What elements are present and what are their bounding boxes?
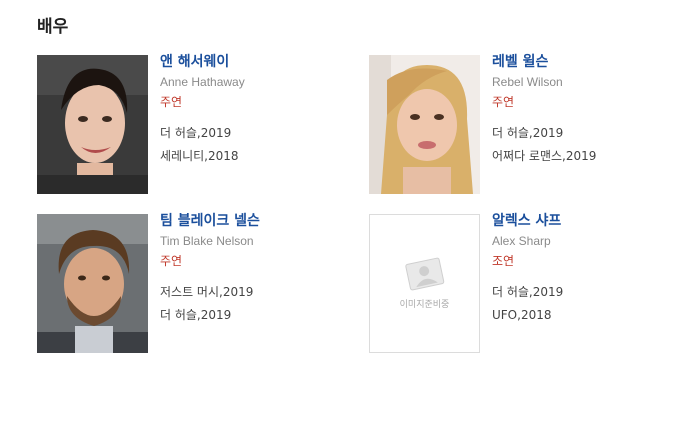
filmography-item[interactable]: 어쩌다 로맨스,2019 [492,145,682,168]
filmography-item[interactable]: 저스트 머시,2019 [160,281,350,304]
filmography-item[interactable]: 더 허슬,2019 [492,281,682,304]
actor-name-korean[interactable]: 앤 해서웨이 [160,52,350,72]
filmography-list: 저스트 머시,2019 더 허슬,2019 [160,281,350,327]
filmography-item[interactable]: 더 허슬,2019 [492,122,682,145]
actor-name-korean[interactable]: 팀 블레이크 넬슨 [160,211,350,231]
filmography-list: 더 허슬,2019 UFO,2018 [492,281,682,327]
actor-photo[interactable] [37,214,148,353]
section-title: 배우 [37,17,69,37]
filmography-item[interactable]: UFO,2018 [492,304,682,327]
actor-name-korean[interactable]: 알렉스 샤프 [492,211,682,231]
actor-name-english: Rebel Wilson [492,75,563,89]
actor-name-english: Anne Hathaway [160,75,245,89]
actor-info: 알렉스 샤프 Alex Sharp 조연 더 허슬,2019 UFO,2018 [492,211,682,327]
actor-role: 주연 [492,95,515,109]
cast-card-tim-blake-nelson: 팀 블레이크 넬슨 Tim Blake Nelson 주연 저스트 머시,201… [37,213,337,354]
actor-name-english: Alex Sharp [492,234,551,248]
filmography-list: 더 허슬,2019 어쩌다 로맨스,2019 [492,122,682,168]
cast-card-anne-hathaway: 앤 해서웨이 Anne Hathaway 주연 더 허슬,2019 세레니티,2… [37,54,337,195]
actor-name-korean[interactable]: 레벨 윌슨 [492,52,682,72]
cast-card-alex-sharp: 이미지준비중 알렉스 샤프 Alex Sharp 조연 더 허슬,2019 UF… [369,213,669,354]
actor-role: 주연 [160,95,183,109]
actor-info: 팀 블레이크 넬슨 Tim Blake Nelson 주연 저스트 머시,201… [160,211,350,327]
actor-name-english: Tim Blake Nelson [160,234,254,248]
cast-card-rebel-wilson: 레벨 윌슨 Rebel Wilson 주연 더 허슬,2019 어쩌다 로맨스,… [369,54,669,195]
actor-info: 레벨 윌슨 Rebel Wilson 주연 더 허슬,2019 어쩌다 로맨스,… [492,52,682,168]
filmography-list: 더 허슬,2019 세레니티,2018 [160,122,350,168]
actor-role: 주연 [160,254,183,268]
image-placeholder-icon [405,257,445,291]
actor-photo-placeholder[interactable]: 이미지준비중 [369,214,480,353]
actor-photo[interactable] [369,55,480,194]
actor-photo[interactable] [37,55,148,194]
actor-role: 조연 [492,254,515,268]
placeholder-text: 이미지준비중 [399,300,450,310]
filmography-item[interactable]: 더 허슬,2019 [160,122,350,145]
filmography-item[interactable]: 세레니티,2018 [160,145,350,168]
filmography-item[interactable]: 더 허슬,2019 [160,304,350,327]
actor-info: 앤 해서웨이 Anne Hathaway 주연 더 허슬,2019 세레니티,2… [160,52,350,168]
